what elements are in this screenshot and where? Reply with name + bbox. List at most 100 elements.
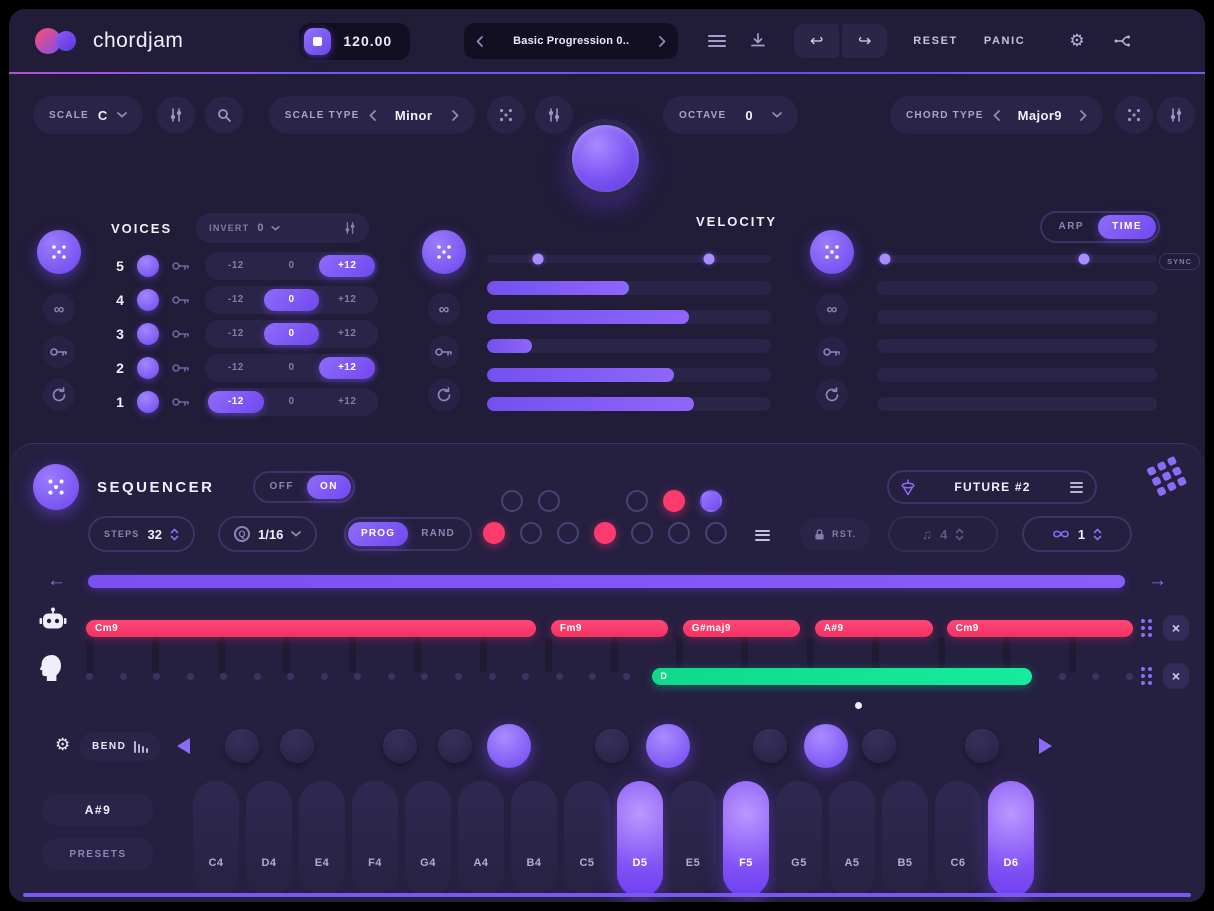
slider-handle[interactable]	[879, 253, 891, 265]
step-dot[interactable]	[153, 673, 161, 680]
main-morph-knob[interactable]	[566, 119, 645, 198]
invert-sliders-icon[interactable]	[344, 222, 356, 234]
prev-preset-button[interactable]	[476, 35, 484, 47]
piano-key-B4[interactable]: B4	[511, 781, 557, 897]
time-refresh-button[interactable]	[816, 379, 848, 411]
piano-key-A4[interactable]: A4	[458, 781, 504, 897]
preset-name[interactable]: Basic Progression 0..	[483, 35, 659, 47]
scale-select[interactable]: SCALE C	[33, 96, 143, 134]
piano-key-D5[interactable]: D5	[617, 781, 663, 897]
reset-steps-button[interactable]: RST.	[800, 518, 871, 550]
key-knob[interactable]	[280, 729, 314, 763]
time-bar[interactable]	[877, 281, 1157, 295]
quantize-control[interactable]: Q 1/16	[218, 516, 318, 552]
piano-key-G4[interactable]: G4	[405, 781, 451, 897]
save-download-icon[interactable]	[750, 33, 766, 49]
voice-key-link-icon[interactable]	[172, 329, 190, 339]
time-bar[interactable]	[877, 397, 1157, 411]
octave-select[interactable]: OCTAVE 0	[663, 96, 798, 134]
piano-key-F5[interactable]: F5	[723, 781, 769, 897]
invert-select[interactable]: INVERT 0	[196, 213, 370, 243]
loop-range-bar[interactable]	[88, 575, 1125, 588]
slider-handle[interactable]	[1078, 253, 1090, 265]
arp-tab[interactable]: ARP	[1044, 215, 1098, 239]
piano-key-D6[interactable]: D6	[988, 781, 1034, 897]
scale-type-random-button[interactable]	[486, 96, 525, 134]
velocity-bar[interactable]	[487, 310, 771, 324]
step-dot[interactable]	[387, 673, 395, 680]
voice-key-link-icon[interactable]	[172, 363, 190, 373]
piano-key-C5[interactable]: C5	[564, 781, 610, 897]
transpose-option[interactable]: -12	[208, 357, 264, 379]
scale-sliders-button[interactable]	[156, 96, 195, 134]
step-dot[interactable]	[186, 673, 194, 680]
loop-count-control[interactable]: 1	[1022, 516, 1132, 552]
transpose-option[interactable]: -12	[208, 391, 264, 413]
slot-indicator[interactable]	[501, 490, 523, 512]
slot-indicator[interactable]	[520, 522, 542, 544]
piano-key-E5[interactable]: E5	[670, 781, 716, 897]
step-dot[interactable]	[455, 673, 463, 680]
voice-toggle[interactable]	[137, 323, 159, 345]
key-knob[interactable]	[487, 724, 531, 768]
note-bar[interactable]: D	[652, 668, 1033, 685]
slot-indicator[interactable]	[631, 522, 653, 544]
voice-key-link-icon[interactable]	[172, 261, 190, 271]
sequence-preset-menu-icon[interactable]	[1070, 479, 1083, 495]
time-key-lock-button[interactable]	[816, 336, 848, 368]
note-lane[interactable]: D	[86, 668, 1133, 685]
chevron-left-icon[interactable]	[993, 109, 1000, 121]
sequence-preset-select[interactable]: FUTURE #2	[887, 470, 1097, 504]
voice-toggle[interactable]	[137, 391, 159, 413]
step-dot[interactable]	[1058, 673, 1066, 680]
step-dot[interactable]	[555, 673, 563, 680]
piano-key-C4[interactable]: C4	[193, 781, 239, 897]
step-dot[interactable]	[220, 673, 228, 680]
velocity-infinity-button[interactable]: ∞	[428, 293, 460, 325]
transpose-option[interactable]: -12	[208, 255, 264, 277]
transpose-option[interactable]: 0	[263, 323, 320, 345]
step-dot[interactable]	[354, 673, 362, 680]
piano-key-D4[interactable]: D4	[246, 781, 292, 897]
piano-key-F4[interactable]: F4	[352, 781, 398, 897]
presets-button[interactable]: PRESETS	[42, 838, 154, 870]
stepper-updown-icon[interactable]	[1093, 528, 1102, 541]
undo-button[interactable]: ↩	[794, 24, 840, 58]
chevron-right-icon[interactable]	[1080, 109, 1087, 121]
chord-block[interactable]: Cm9	[946, 620, 1133, 637]
velocity-bar[interactable]	[487, 368, 771, 382]
scroll-left-button[interactable]: ←	[47, 571, 66, 591]
transpose-option[interactable]: 0	[263, 289, 320, 311]
slot-indicator[interactable]	[663, 490, 685, 512]
prog-tab[interactable]: PROG	[348, 522, 409, 546]
velocity-refresh-button[interactable]	[428, 379, 460, 411]
transpose-option[interactable]: +12	[319, 289, 375, 311]
key-knob[interactable]	[965, 729, 999, 763]
piano-key-E4[interactable]: E4	[299, 781, 345, 897]
chord-block[interactable]: G#maj9	[682, 620, 801, 637]
step-dot[interactable]	[119, 673, 127, 680]
key-knob[interactable]	[438, 729, 472, 763]
key-knob[interactable]	[225, 729, 259, 763]
next-preset-button[interactable]	[659, 35, 666, 47]
slot-indicator[interactable]	[594, 522, 616, 544]
bpm-value[interactable]: 120.00	[343, 33, 392, 49]
settings-gear-icon[interactable]: ⚙	[1069, 31, 1084, 51]
robot-icon[interactable]	[39, 606, 67, 634]
transpose-option[interactable]: 0	[264, 357, 320, 379]
step-dot[interactable]	[287, 673, 295, 680]
velocity-key-lock-button[interactable]	[428, 336, 460, 368]
head-icon[interactable]	[39, 654, 62, 682]
transpose-option[interactable]: +12	[319, 323, 375, 345]
voice-key-link-icon[interactable]	[172, 397, 190, 407]
step-dot[interactable]	[86, 673, 93, 680]
step-dot[interactable]	[320, 673, 328, 680]
chord-lane[interactable]: Cm9 Fm9 G#maj9 A#9 Cm9	[86, 620, 1133, 637]
piano-key-A5[interactable]: A5	[829, 781, 875, 897]
voice-toggle[interactable]	[137, 255, 159, 277]
chord-block[interactable]: Fm9	[550, 620, 669, 637]
page-indicator-dot[interactable]	[855, 702, 862, 709]
time-range-slider[interactable]	[877, 253, 1157, 265]
chord-block[interactable]: Cm9	[86, 620, 537, 637]
seq-off-tab[interactable]: OFF	[257, 475, 308, 499]
